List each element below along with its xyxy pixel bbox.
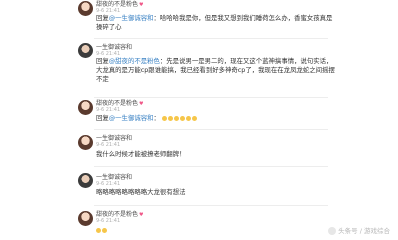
divider [94, 205, 328, 206]
emoji-icon [191, 115, 197, 121]
avatar[interactable] [78, 173, 93, 188]
mention-link[interactable]: @一生御诚容和 [109, 14, 154, 22]
divider [94, 166, 328, 167]
avatar[interactable] [78, 1, 93, 16]
divider [94, 38, 328, 39]
heart-icon: ♥ [139, 101, 144, 107]
emoji-icon [167, 115, 173, 121]
emoji-icon [161, 115, 167, 121]
comment-text: 回复@一生御诚容和：哈哈哈我是你，但是我又想到我们睡荷怎么办，香蜜女孩真是操碎了… [96, 14, 333, 31]
emoji-icon [185, 115, 191, 121]
mention-link[interactable]: @一生御诚容和 [109, 114, 154, 122]
comment-text: 略略略略略略略略大龙很有想法 [96, 188, 186, 196]
comment-feed: 甜夜的不是粉色♥ 9-6 21:41 回复@一生御诚容和：哈哈哈我是你，但是我又… [0, 0, 398, 240]
avatar[interactable] [78, 100, 93, 115]
username[interactable]: 一生御诚容和 [96, 135, 132, 142]
timestamp: 9-6 21:41 [96, 181, 121, 187]
watermark: 头条号 / 游戏综合 [328, 225, 390, 235]
comment-text: 我什么时候才能被撩老师翻牌！ [96, 150, 186, 158]
emoji-icon [96, 227, 101, 233]
avatar[interactable] [78, 135, 93, 150]
emoji-icon [102, 227, 107, 233]
avatar[interactable] [78, 211, 93, 226]
divider [94, 97, 328, 98]
heart-icon: ♥ [139, 212, 144, 218]
comment-text: 回复@一生御诚容和： [96, 114, 336, 123]
timestamp: 9-6 21:41 [96, 107, 121, 113]
comment-emojis [96, 226, 336, 235]
avatar[interactable] [78, 43, 93, 58]
username[interactable]: 一生御诚容和 [96, 44, 132, 51]
timestamp: 9-6 21:41 [96, 142, 121, 148]
heart-icon: ♥ [139, 2, 144, 8]
toutiao-logo-icon [328, 227, 337, 235]
emoji-icon [173, 115, 179, 121]
username[interactable]: 一生御诚容和 [96, 174, 132, 181]
divider [94, 129, 328, 130]
timestamp: 9-6 21:41 [96, 218, 121, 224]
comment-text: 回复@甜夜的不是粉色：先是说男一是男二的，现在又这个蓝神搞事情，说句实话，大龙真… [96, 57, 335, 83]
emoji-icon [179, 115, 185, 121]
mention-link[interactable]: @甜夜的不是粉色 [109, 57, 160, 65]
